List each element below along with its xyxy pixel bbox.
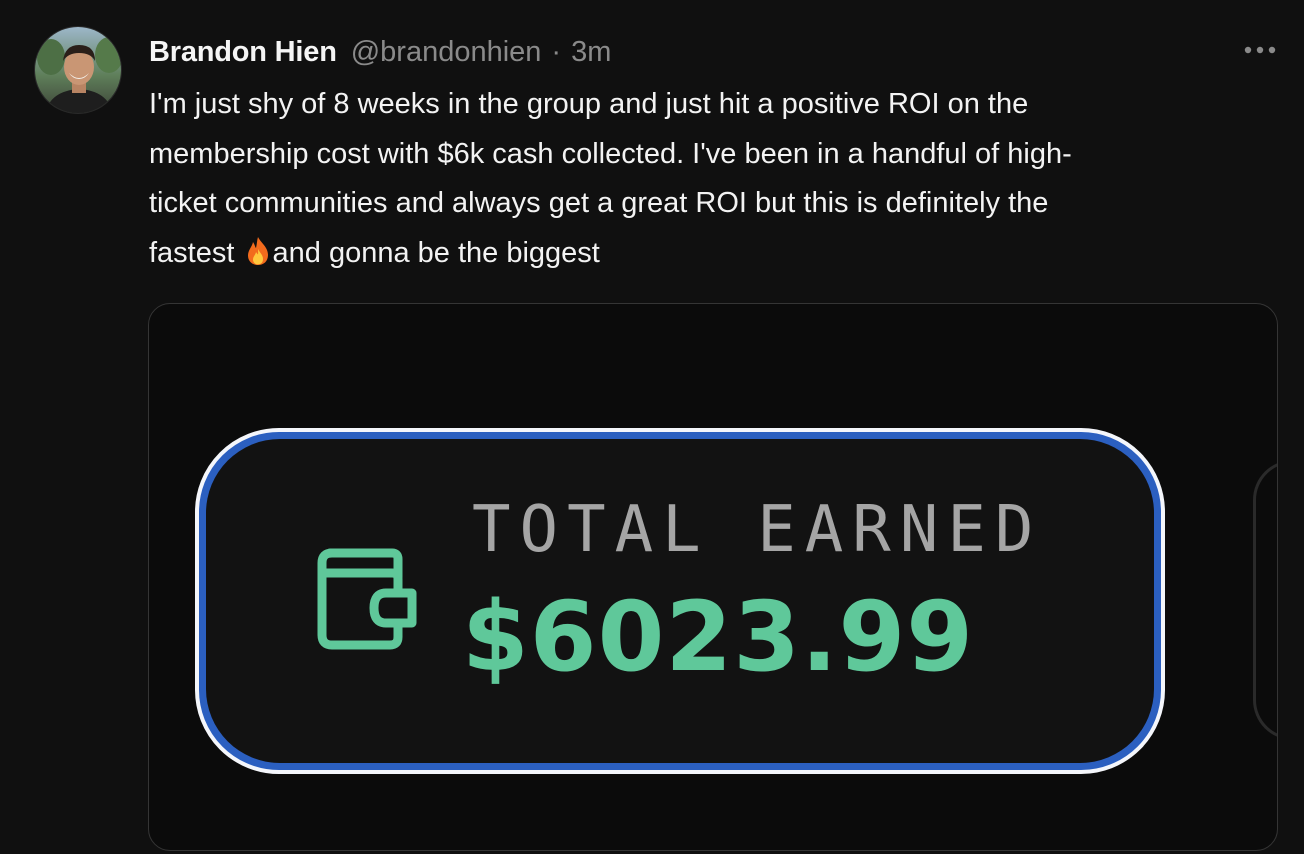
meta-separator: ·	[551, 35, 562, 68]
avatar[interactable]	[34, 26, 122, 114]
media-attachment[interactable]: TOTAL EARNED $6023.99	[148, 303, 1278, 851]
total-earned-amount: $6023.99	[462, 581, 975, 693]
post-header: Brandon Hien @brandonhien · 3m	[149, 32, 611, 72]
author-handle[interactable]: @brandonhien	[351, 36, 542, 69]
author-name[interactable]: Brandon Hien	[149, 36, 337, 69]
adjacent-card-edge	[1253, 460, 1277, 740]
post-text-tail: and gonna be the biggest	[272, 236, 600, 269]
post-timestamp[interactable]: 3m	[571, 36, 611, 69]
total-earned-card: TOTAL EARNED $6023.99	[195, 428, 1165, 774]
more-horizontal-icon	[1244, 46, 1276, 54]
wallet-icon	[317, 548, 417, 650]
thread-post: Brandon Hien @brandonhien · 3m I'm just …	[0, 0, 1304, 854]
total-earned-label: TOTAL EARNED	[472, 493, 1043, 567]
more-options-button[interactable]	[1238, 32, 1282, 68]
total-earned-card-inner: TOTAL EARNED $6023.99	[206, 439, 1154, 763]
fire-emoji-icon	[247, 236, 268, 265]
post-text: I'm just shy of 8 weeks in the group and…	[149, 80, 1259, 278]
avatar-image	[35, 27, 121, 113]
